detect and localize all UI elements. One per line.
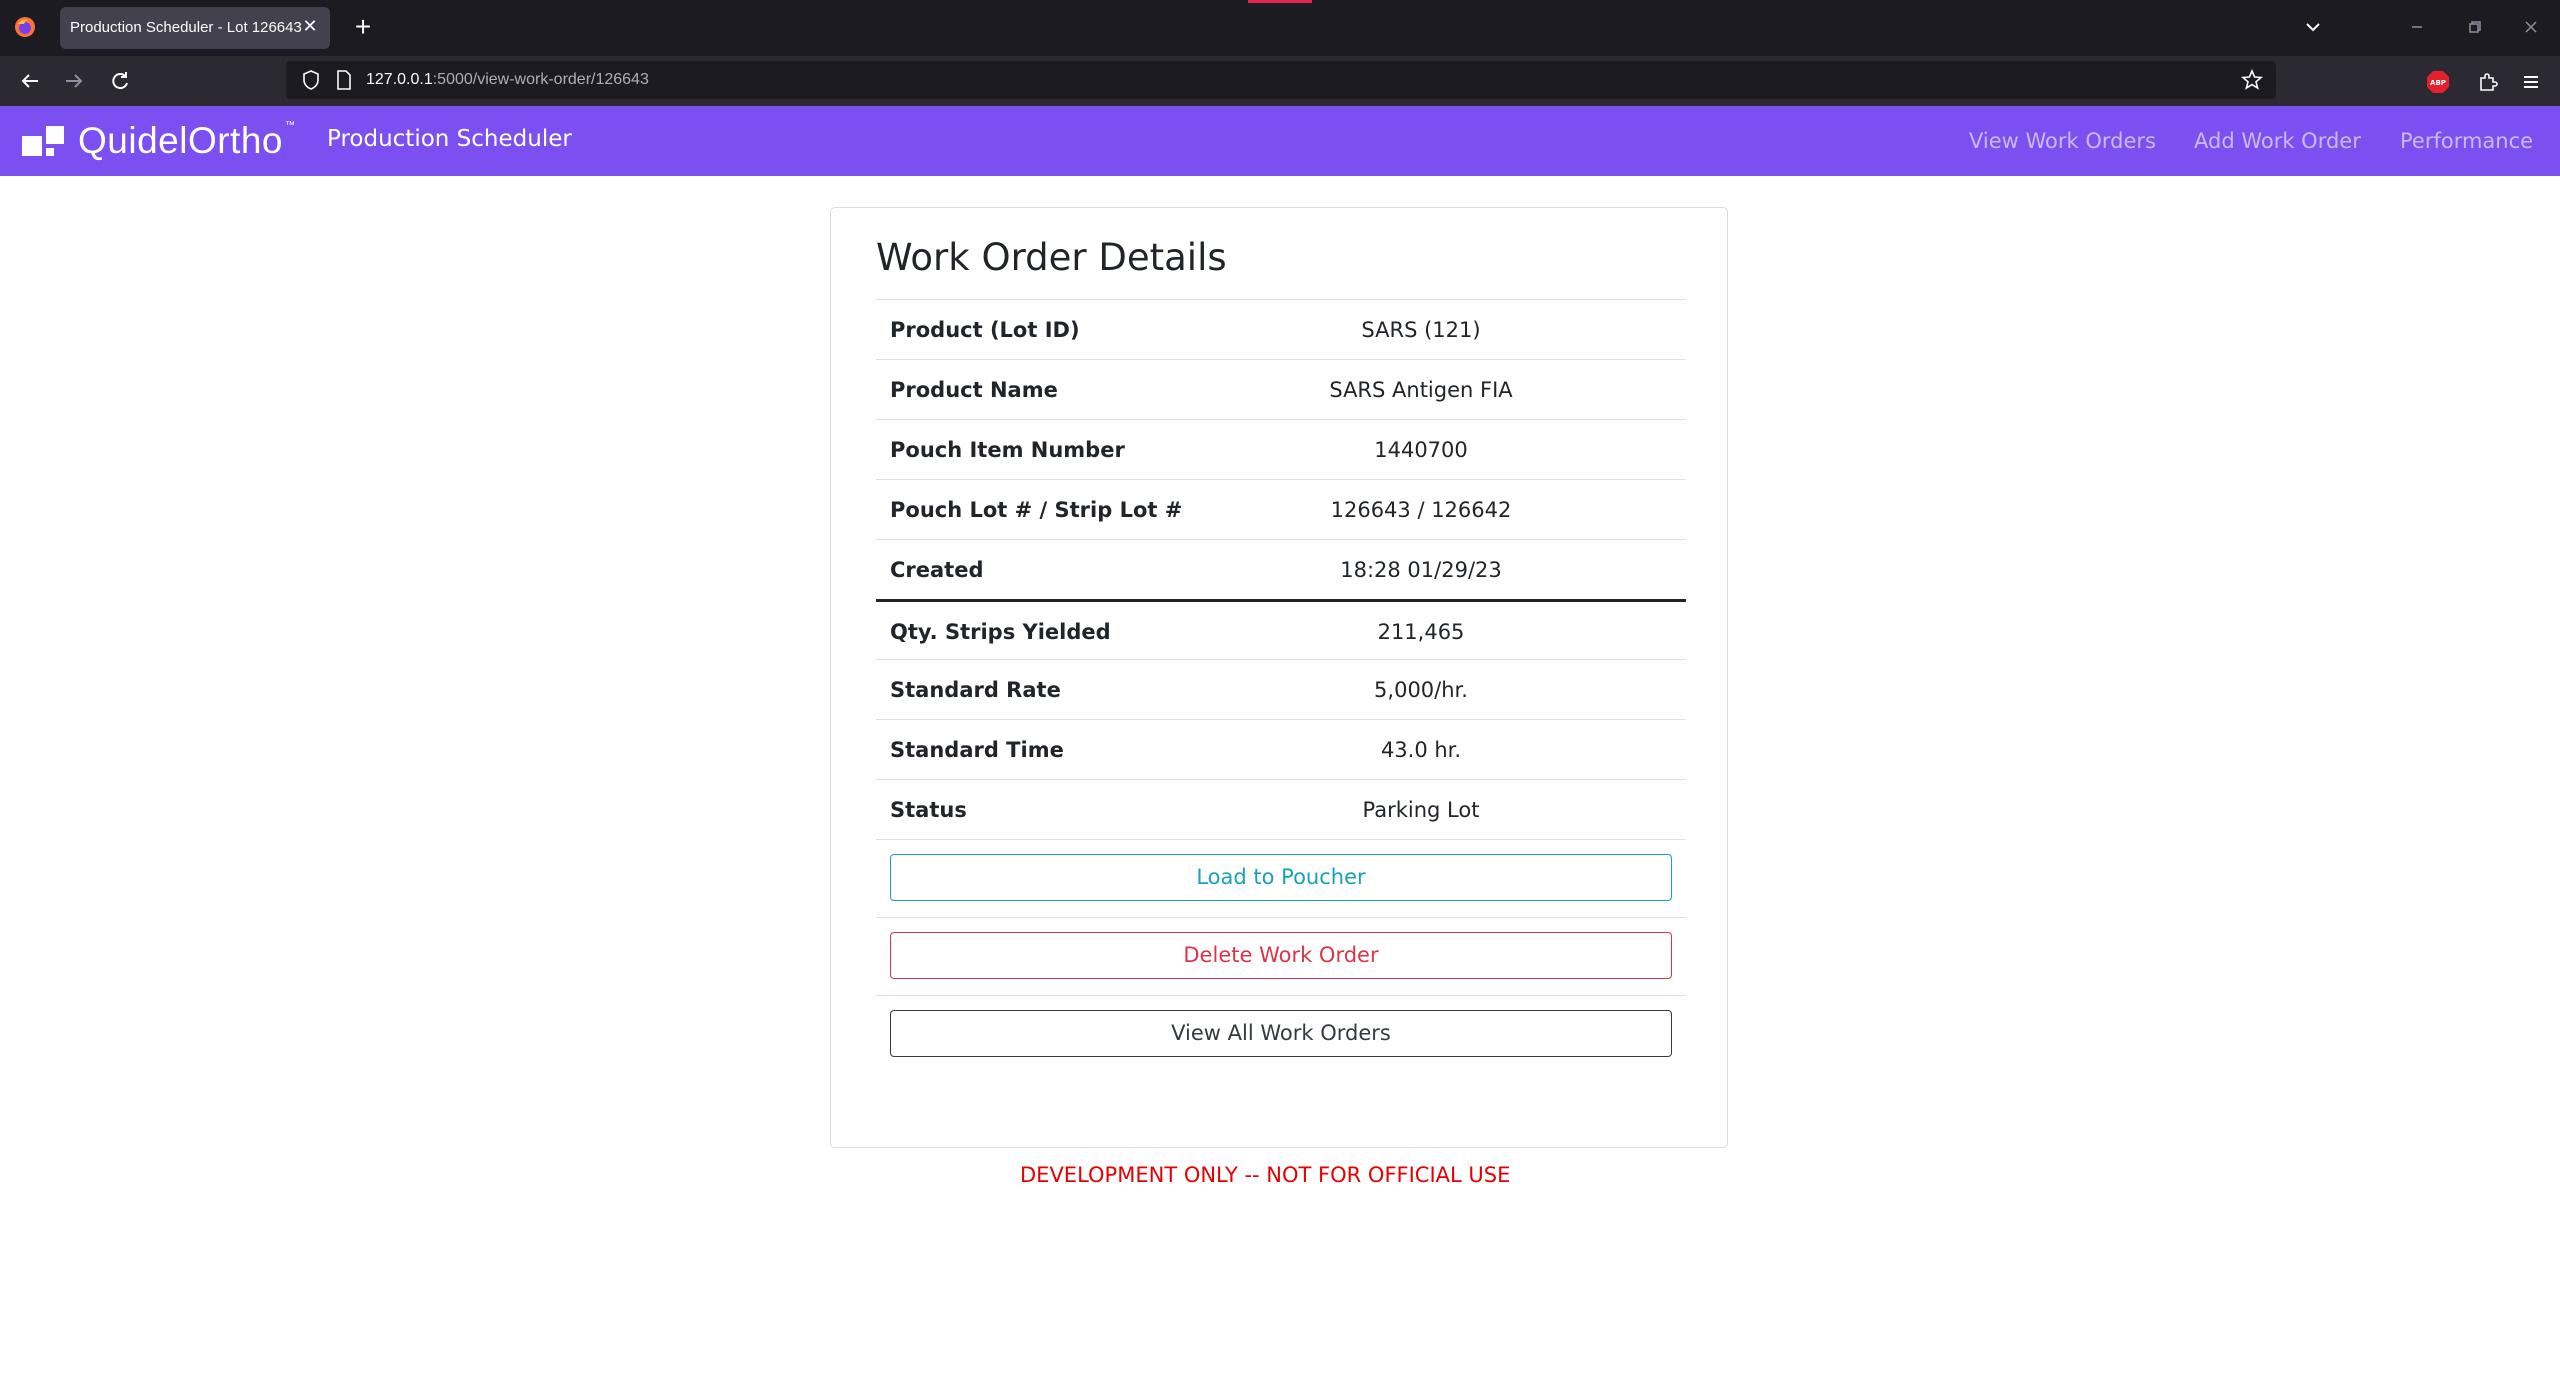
firefox-icon[interactable] — [14, 16, 36, 38]
row-value-text: 126643 / 126642 — [1330, 498, 1512, 522]
table-row: Standard Rate 5,000/hr. — [876, 659, 1686, 719]
row-value-text: 43.0 hr. — [1380, 738, 1462, 762]
tab-strip-accent — [1248, 0, 1312, 3]
card-title: Work Order Details — [876, 236, 1227, 279]
table-row: Product Name SARS Antigen FIA — [876, 359, 1686, 419]
table-row: Product (Lot ID) SARS (121) — [876, 299, 1686, 359]
app-title[interactable]: Production Scheduler — [327, 126, 572, 152]
browser-tab-active[interactable]: Production Scheduler - Lot 126643 ✕ — [60, 7, 330, 49]
brand-name[interactable]: QuidelOrtho ™ — [78, 120, 296, 162]
browser-tab-bar: Production Scheduler - Lot 126643 ✕ + — [0, 0, 2560, 56]
close-window-icon[interactable] — [2518, 14, 2544, 40]
chevron-down-icon[interactable] — [2300, 14, 2326, 40]
load-to-poucher-button[interactable]: Load to Poucher — [890, 854, 1672, 901]
row-value-text: 1440700 — [1374, 438, 1468, 462]
minimize-icon[interactable] — [2404, 14, 2430, 40]
row-label: Created — [890, 558, 984, 582]
svg-text:ABP: ABP — [2430, 79, 2446, 87]
nav-performance[interactable]: Performance — [2400, 129, 2533, 153]
row-value: 5,000/hr. — [1281, 678, 1686, 702]
development-warning: DEVELOPMENT ONLY -- NOT FOR OFFICIAL USE — [1020, 1163, 1511, 1187]
delete-work-order-button[interactable]: Delete Work Order — [890, 932, 1672, 979]
tab-title: Production Scheduler - Lot 126643 — [70, 19, 302, 36]
row-value-text: 18:28 01/29/23 — [1340, 558, 1502, 582]
adblock-plus-icon[interactable]: ABP — [2426, 70, 2450, 94]
back-arrow-icon[interactable] — [16, 67, 44, 95]
row-label: Standard Time — [890, 738, 1064, 762]
row-value: 43.0 hr. — [1281, 738, 1686, 762]
table-row: Standard Time 43.0 hr. — [876, 719, 1686, 779]
row-label: Standard Rate — [890, 678, 1061, 702]
button-row: View All Work Orders — [876, 995, 1686, 1073]
browser-nav-bar: 127.0.0.1:5000/view-work-order/126643 AB… — [0, 56, 2560, 106]
bookmark-star-icon[interactable] — [2240, 68, 2264, 92]
extensions-puzzle-icon[interactable] — [2475, 69, 2501, 95]
row-value: 126643 / 126642 — [1281, 498, 1686, 522]
new-tab-icon[interactable]: + — [348, 12, 378, 42]
view-all-work-orders-button[interactable]: View All Work Orders — [890, 1010, 1672, 1057]
nav-add-work-order[interactable]: Add Work Order — [2194, 129, 2361, 153]
url-path: :5000/view-work-order/126643 — [432, 71, 649, 88]
brand-text: QuidelOrtho — [78, 120, 283, 161]
url-host: 127.0.0.1 — [366, 71, 433, 88]
row-value-text: 211,465 — [1377, 620, 1465, 644]
work-order-card: Work Order Details Product (Lot ID) SARS… — [830, 207, 1728, 1148]
table-row: Created 18:28 01/29/23 — [876, 539, 1686, 599]
quidelortho-logo-icon[interactable] — [22, 126, 66, 160]
url-bar[interactable]: 127.0.0.1:5000/view-work-order/126643 — [286, 61, 2276, 99]
row-value: SARS Antigen FIA — [1281, 378, 1686, 402]
button-row: Delete Work Order — [876, 917, 1686, 995]
row-label: Product Name — [890, 378, 1058, 402]
close-tab-icon[interactable]: ✕ — [300, 17, 320, 37]
brand-trademark: ™ — [285, 120, 296, 131]
row-label: Status — [890, 798, 967, 822]
row-label: Pouch Item Number — [890, 438, 1125, 462]
restore-icon[interactable] — [2462, 14, 2488, 40]
table-row: Pouch Item Number 1440700 — [876, 419, 1686, 479]
row-value: 211,465 — [1281, 620, 1686, 644]
url-text[interactable]: 127.0.0.1:5000/view-work-order/126643 — [366, 71, 649, 89]
hamburger-menu-icon[interactable] — [2518, 69, 2544, 95]
row-value: SARS (121) — [1281, 318, 1686, 342]
forward-arrow-icon[interactable] — [60, 67, 88, 95]
row-value: Parking Lot — [1281, 798, 1686, 822]
row-value-text: SARS (121) — [1361, 318, 1481, 342]
row-value: 1440700 — [1281, 438, 1686, 462]
status-value: Parking Lot — [1362, 798, 1480, 822]
shield-icon[interactable] — [300, 69, 322, 91]
app-header: QuidelOrtho ™ Production Scheduler View W… — [0, 106, 2560, 176]
table-row: Pouch Lot # / Strip Lot # 126643 / 12664… — [876, 479, 1686, 539]
row-label: Qty. Strips Yielded — [890, 620, 1111, 644]
button-row: Load to Poucher — [876, 839, 1686, 917]
row-label: Product (Lot ID) — [890, 318, 1080, 342]
row-value-text: SARS Antigen FIA — [1329, 378, 1513, 402]
table-row: Status Parking Lot — [876, 779, 1686, 839]
row-value: 18:28 01/29/23 — [1281, 558, 1686, 582]
work-order-table: Product (Lot ID) SARS (121) Product Name… — [876, 299, 1686, 1073]
nav-view-work-orders[interactable]: View Work Orders — [1969, 129, 2156, 153]
page-info-icon[interactable] — [334, 69, 354, 91]
table-row: Qty. Strips Yielded 211,465 — [876, 599, 1686, 659]
row-value-text: 5,000/hr. — [1374, 678, 1468, 702]
row-label: Pouch Lot # / Strip Lot # — [890, 498, 1183, 522]
reload-icon[interactable] — [106, 67, 134, 95]
